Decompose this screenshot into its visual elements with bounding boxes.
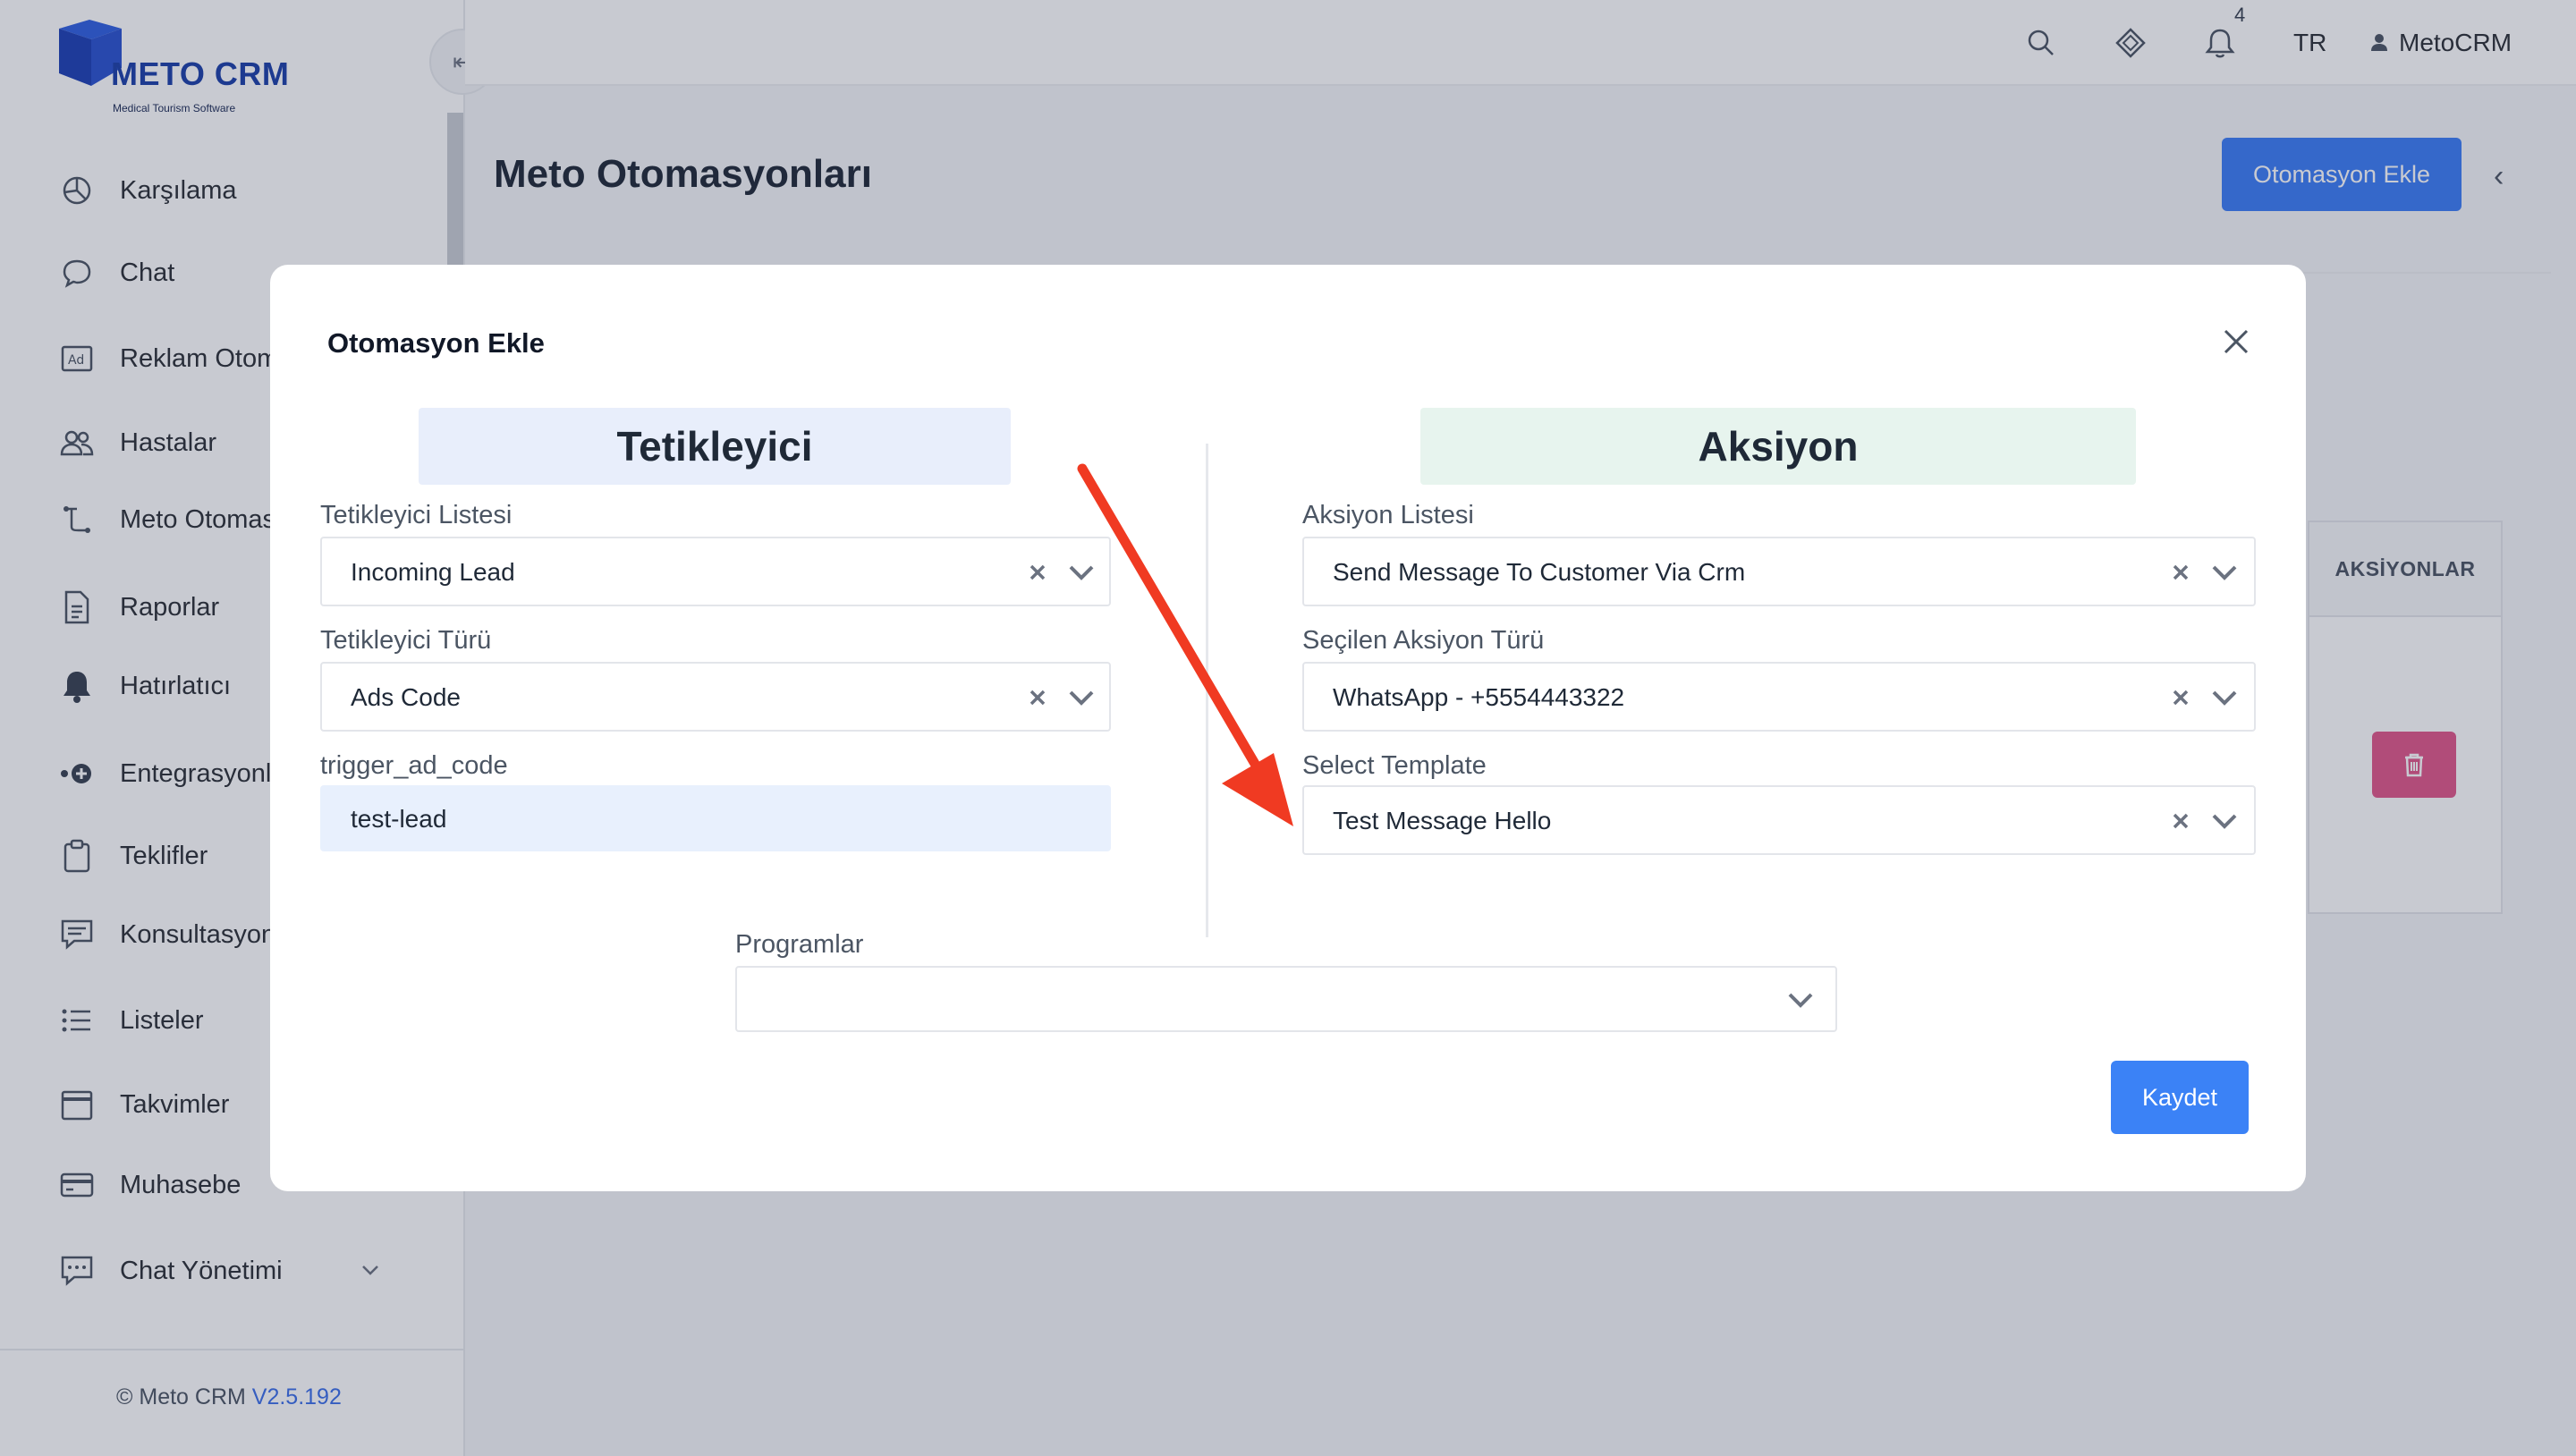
chevron-down-icon[interactable] — [2209, 808, 2240, 834]
action-type-select[interactable]: WhatsApp - +5554443322 — [1302, 662, 2256, 732]
template-value: Test Message Hello — [1333, 807, 1552, 834]
clear-icon[interactable] — [2170, 687, 2191, 708]
template-select[interactable]: Test Message Hello — [1302, 785, 2256, 855]
action-section-heading: Aksiyon — [1420, 408, 2136, 485]
trigger-type-select[interactable]: Ads Code — [320, 662, 1111, 732]
add-automation-modal: Otomasyon Ekle Tetikleyici Aksiyon Tetik… — [270, 265, 2306, 1191]
trigger-type-label: Tetikleyici Türü — [320, 626, 492, 655]
modal-title: Otomasyon Ekle — [327, 327, 545, 359]
close-icon[interactable] — [2216, 322, 2256, 361]
clear-icon[interactable] — [2170, 810, 2191, 832]
action-list-label: Aksiyon Listesi — [1302, 501, 1474, 529]
chevron-down-icon[interactable] — [1066, 685, 1097, 710]
chevron-down-icon[interactable] — [1785, 987, 1816, 1012]
action-list-select[interactable]: Send Message To Customer Via Crm — [1302, 537, 2256, 606]
trigger-list-label: Tetikleyici Listesi — [320, 501, 513, 529]
trigger-section-heading: Tetikleyici — [419, 408, 1011, 485]
save-button[interactable]: Kaydet — [2111, 1061, 2249, 1134]
programs-select[interactable] — [735, 966, 1837, 1032]
trigger-code-label: trigger_ad_code — [320, 751, 508, 780]
chevron-down-icon[interactable] — [1066, 560, 1097, 585]
section-divider — [1206, 444, 1208, 937]
trigger-list-value: Incoming Lead — [351, 558, 515, 586]
trigger-type-value: Ads Code — [351, 683, 461, 711]
action-type-value: WhatsApp - +5554443322 — [1333, 683, 1625, 711]
chevron-down-icon[interactable] — [2209, 560, 2240, 585]
clear-icon[interactable] — [1027, 562, 1048, 583]
action-list-value: Send Message To Customer Via Crm — [1333, 558, 1746, 586]
chevron-down-icon[interactable] — [2209, 685, 2240, 710]
clear-icon[interactable] — [2170, 562, 2191, 583]
action-type-label: Seçilen Aksiyon Türü — [1302, 626, 1545, 655]
template-label: Select Template — [1302, 751, 1487, 780]
trigger-list-select[interactable]: Incoming Lead — [320, 537, 1111, 606]
clear-icon[interactable] — [1027, 687, 1048, 708]
trigger-code-input[interactable]: test-lead — [320, 785, 1111, 851]
programs-label: Programlar — [735, 930, 864, 959]
trigger-code-value: test-lead — [351, 805, 447, 833]
